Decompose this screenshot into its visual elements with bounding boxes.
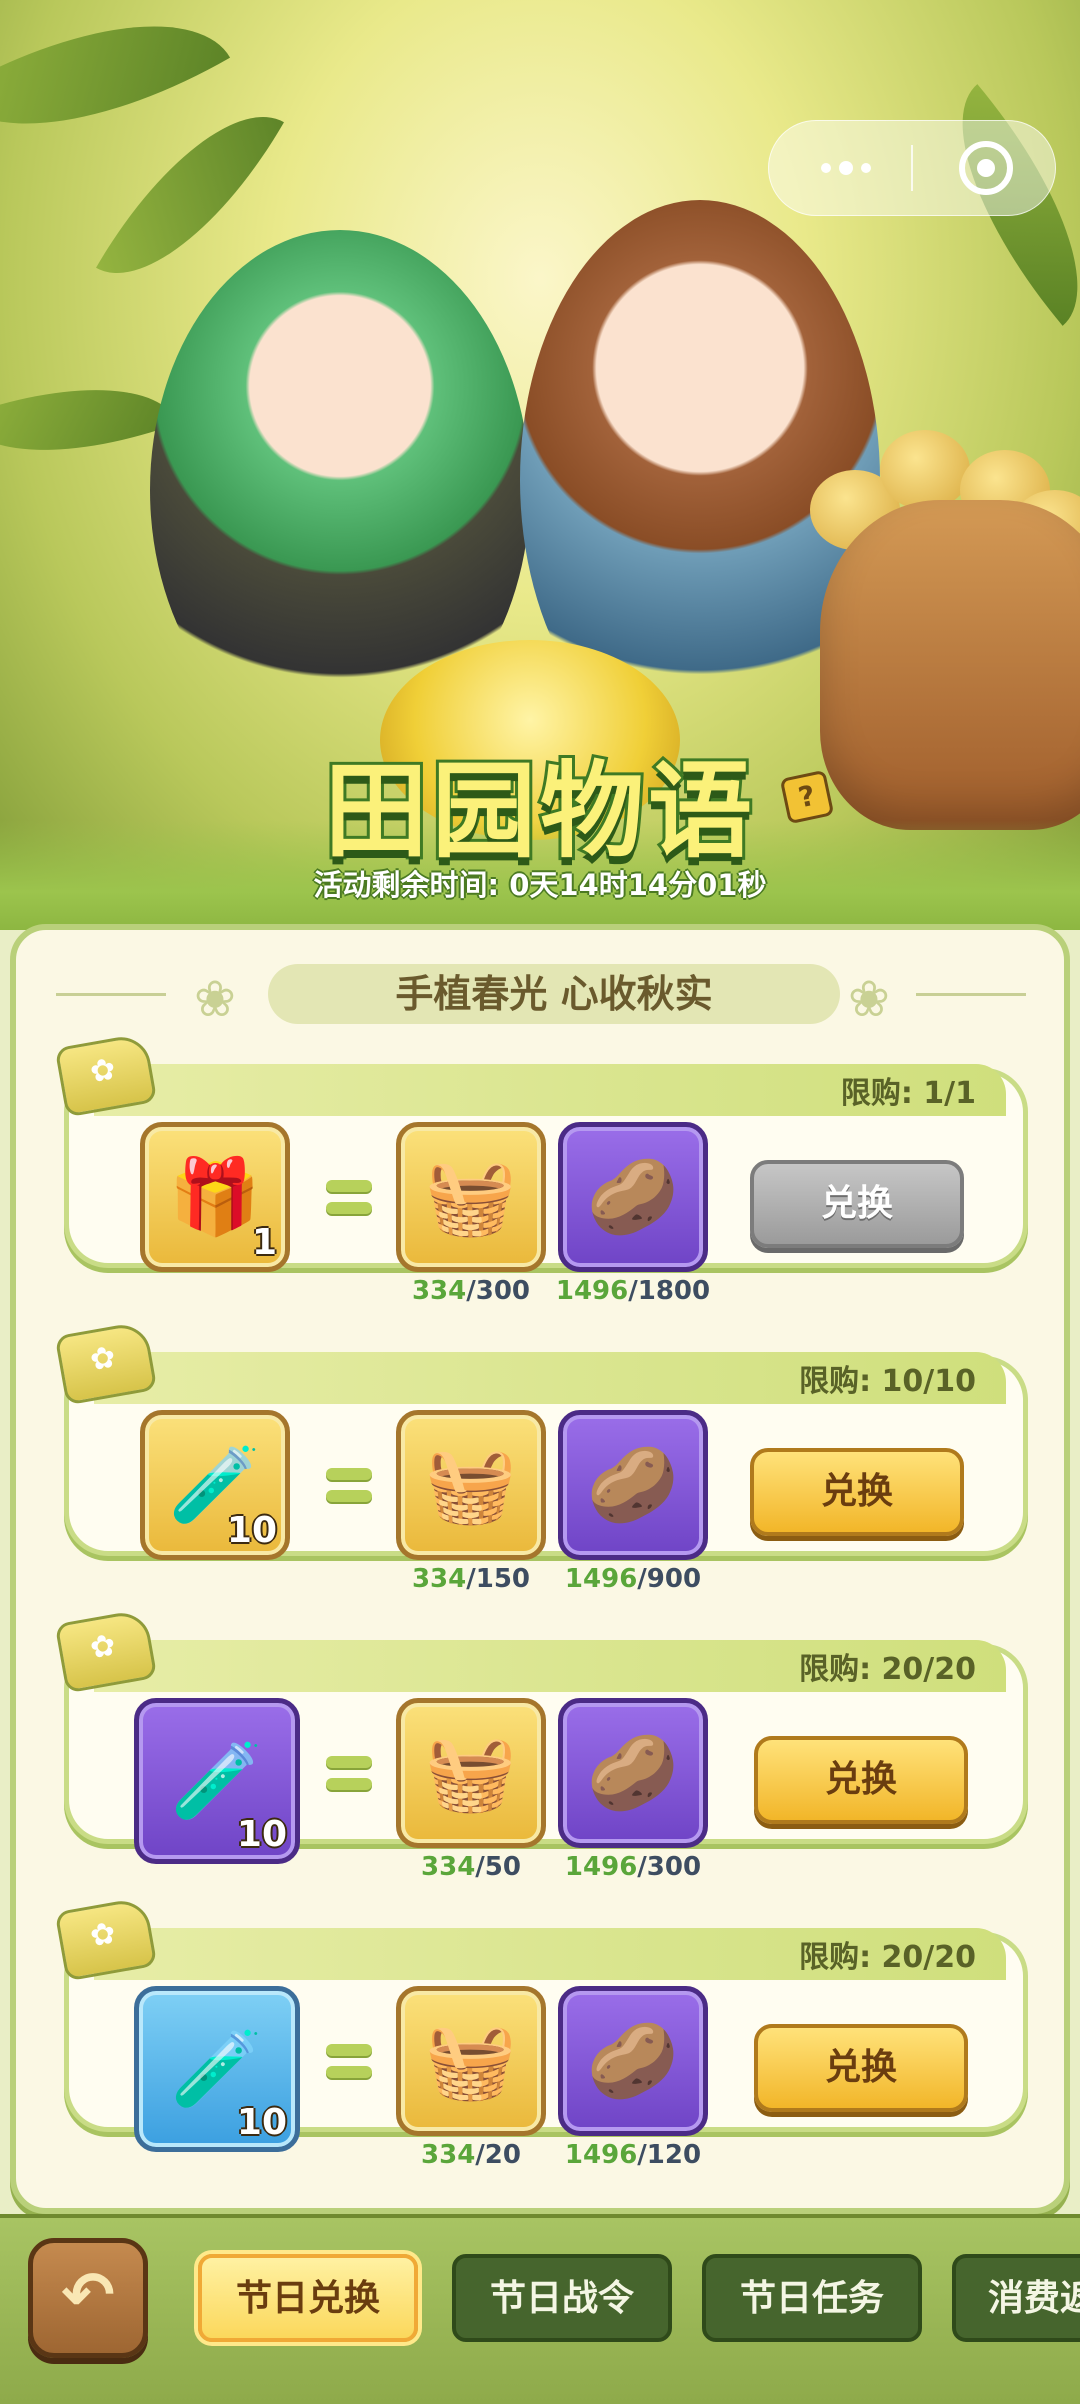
vegetable-basket-icon: 🧺 [424, 1153, 518, 1240]
equals-icon [326, 1468, 372, 1504]
reward-tile[interactable]: 🧪 10 [134, 1986, 300, 2152]
cost-tile[interactable]: 🥔 [558, 1986, 708, 2136]
cost-have: 1496 [555, 1276, 629, 1306]
vegetable-basket-icon: 🧺 [424, 2017, 518, 2104]
vegetable-basket-icon: 🧺 [424, 1729, 518, 1816]
cost-have: 334 [421, 2140, 476, 2170]
panel-subtitle: 手植春光 心收秋实 [268, 964, 840, 1024]
tab-festival-exchange[interactable]: 节日兑换 [198, 2254, 418, 2342]
cost-need: /120 [637, 2140, 702, 2170]
seeds-icon: 🥔 [586, 2017, 680, 2104]
cost-have: 334 [421, 1852, 476, 1882]
more-options-icon[interactable] [801, 143, 891, 193]
seeds-icon: 🥔 [586, 1729, 680, 1816]
reward-tile[interactable]: 🎁 1 [140, 1122, 290, 1272]
cost-tile[interactable]: 🧺 [396, 1122, 546, 1272]
cost-need: /300 [637, 1852, 702, 1882]
back-arrow-icon: ↶ [61, 2259, 115, 2333]
cost-tile[interactable]: 🧺 [396, 1410, 546, 1560]
cost-have: 1496 [564, 1852, 638, 1882]
cost-need: /50 [475, 1852, 521, 1882]
cost-amount: 1496/300 [548, 1852, 718, 1882]
cost-have: 1496 [564, 2140, 638, 2170]
purchase-limit: 限购: 20/20 [799, 1652, 976, 1687]
event-countdown: 活动剩余时间: 0天14时14分01秒 [313, 868, 767, 902]
cost-amount: 334/150 [386, 1564, 556, 1594]
equals-icon [326, 1180, 372, 1216]
seeds-icon: 🥔 [586, 1153, 680, 1240]
equals-icon [326, 2044, 372, 2080]
exchange-card: 限购: 1/1 🎁 1 🧺 334/300 🥔 1496/1800 兑换 [54, 1032, 1028, 1306]
cost-amount: 334/20 [386, 2140, 556, 2170]
purchase-limit: 限购: 1/1 [840, 1076, 976, 1111]
help-icon[interactable]: ? [779, 769, 835, 825]
back-button[interactable]: ↶ [28, 2238, 148, 2358]
cost-amount: 334/50 [386, 1852, 556, 1882]
cost-tile[interactable]: 🥔 [558, 1122, 708, 1272]
capsule-divider [911, 145, 913, 191]
reward-quantity: 10 [226, 1510, 277, 1551]
exchange-button[interactable]: 兑换 [750, 1448, 964, 1536]
divider-line [916, 993, 1026, 996]
cost-amount: 334/300 [386, 1276, 556, 1306]
tab-festival-tasks[interactable]: 节日任务 [702, 2254, 922, 2342]
exchange-button[interactable]: 兑换 [754, 1736, 968, 1824]
cost-need: /900 [637, 1564, 702, 1594]
reward-quantity: 10 [236, 2102, 287, 2143]
reward-quantity: 1 [251, 1222, 277, 1263]
exchange-button[interactable]: 兑换 [754, 2024, 968, 2112]
bottom-nav: ↶ 节日兑换 节日战令 节日任务 消费返 [0, 2214, 1080, 2404]
cost-need: /150 [466, 1564, 531, 1594]
seeds-icon: 🥔 [586, 1441, 680, 1528]
cost-tile[interactable]: 🥔 [558, 1410, 708, 1560]
cost-have: 334 [411, 1276, 467, 1306]
event-title: 田园物语 [321, 747, 756, 875]
cost-amount: 1496/900 [548, 1564, 718, 1594]
close-target-icon[interactable] [959, 141, 1013, 195]
reward-tile[interactable]: 🧪 10 [134, 1698, 300, 1864]
exchange-button[interactable]: 兑换 [750, 1160, 964, 1248]
basket-decoration [820, 500, 1080, 830]
tab-festival-pass[interactable]: 节日战令 [452, 2254, 672, 2342]
exchange-card: 限购: 20/20 🧪 10 🧺 334/20 🥔 1496/120 兑换 [54, 1896, 1028, 2170]
flower-icon: ❀ [194, 970, 236, 1028]
cost-have: 334 [411, 1564, 467, 1594]
flower-icon: ❀ [848, 970, 890, 1028]
equals-icon [326, 1756, 372, 1792]
exchange-card: 限购: 10/10 🧪 10 🧺 334/150 🥔 1496/900 兑换 [54, 1320, 1028, 1594]
hero-banner: 田园物语 ? 活动剩余时间: 0天14时14分01秒 [0, 0, 1080, 930]
mini-program-capsule [768, 120, 1056, 216]
cost-have: 1496 [564, 1564, 638, 1594]
cost-amount: 1496/1800 [548, 1276, 718, 1306]
cost-tile[interactable]: 🧺 [396, 1986, 546, 2136]
purchase-limit: 限购: 10/10 [799, 1364, 976, 1399]
cost-amount: 1496/120 [548, 2140, 718, 2170]
exchange-panel: ❀ 手植春光 心收秋实 ❀ 限购: 1/1 🎁 1 🧺 334/300 🥔 14… [10, 924, 1070, 2214]
reward-quantity: 10 [236, 1814, 287, 1855]
purchase-limit: 限购: 20/20 [799, 1940, 976, 1975]
tab-spending-rebate[interactable]: 消费返 [952, 2254, 1080, 2342]
reward-tile[interactable]: 🧪 10 [140, 1410, 290, 1560]
cost-tile[interactable]: 🥔 [558, 1698, 708, 1848]
cost-tile[interactable]: 🧺 [396, 1698, 546, 1848]
exchange-card: 限购: 20/20 🧪 10 🧺 334/50 🥔 1496/300 兑换 [54, 1608, 1028, 1882]
cost-need: /20 [475, 2140, 521, 2170]
cost-need: /300 [466, 1276, 531, 1306]
cost-need: /1800 [628, 1276, 711, 1306]
divider-line [56, 993, 166, 996]
vegetable-basket-icon: 🧺 [424, 1441, 518, 1528]
